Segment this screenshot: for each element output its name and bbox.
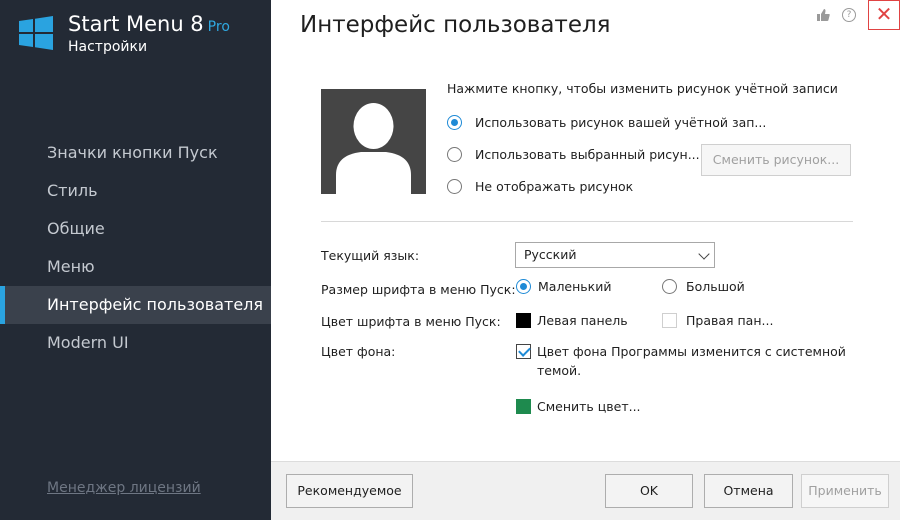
- change-color-option[interactable]: Сменить цвет...: [516, 399, 641, 414]
- sidebar-nav: Значки кнопки Пуск Стиль Общие Меню Инте…: [0, 134, 271, 362]
- swatch-label: Правая пан...: [686, 313, 774, 328]
- recommended-button[interactable]: Рекомендуемое: [286, 474, 413, 508]
- app-edition: Pro: [207, 19, 230, 35]
- sidebar-item-user-interface[interactable]: Интерфейс пользователя: [0, 286, 271, 324]
- swatch-label: Левая панель: [537, 313, 628, 328]
- radio-font-small[interactable]: Маленький: [516, 279, 611, 294]
- radio-label: Использовать рисунок вашей учётной зап..…: [475, 115, 767, 130]
- chevron-down-icon: [698, 248, 710, 260]
- swatch-label: Сменить цвет...: [537, 399, 641, 414]
- main-panel: Интерфейс пользователя ? ✕ Нажмите кнопк…: [271, 0, 900, 520]
- license-manager-link[interactable]: Менеджер лицензий: [47, 480, 201, 496]
- ok-button[interactable]: OK: [605, 474, 693, 508]
- font-color-label: Цвет шрифта в меню Пуск:: [321, 314, 501, 329]
- radio-checked-icon[interactable]: [447, 115, 462, 130]
- radio-label: Маленький: [538, 279, 612, 294]
- app-name: Start Menu 8: [68, 12, 204, 36]
- title-icons: ?: [816, 8, 856, 22]
- radio-unchecked-icon[interactable]: [447, 179, 462, 194]
- section-divider: [321, 221, 853, 222]
- help-icon[interactable]: ?: [842, 8, 856, 22]
- dialog-footer: Рекомендуемое OK Отмена Применить: [271, 461, 900, 520]
- radio-no-picture[interactable]: Не отображать рисунок: [447, 179, 633, 194]
- page-title: Интерфейс пользователя: [300, 12, 611, 38]
- radio-unchecked-icon[interactable]: [447, 147, 462, 162]
- cancel-button[interactable]: Отмена: [704, 474, 793, 508]
- language-value: Русский: [524, 247, 577, 262]
- language-label: Текущий язык:: [321, 248, 420, 263]
- color-swatch-white[interactable]: [662, 313, 677, 328]
- radio-label: Использовать выбранный рисун...: [475, 147, 700, 162]
- account-picture-hint: Нажмите кнопку, чтобы изменить рисунок у…: [447, 81, 838, 96]
- radio-font-large[interactable]: Большой: [662, 279, 745, 294]
- radio-checked-icon[interactable]: [516, 279, 531, 294]
- close-icon[interactable]: ✕: [868, 0, 900, 30]
- sidebar-item-menu[interactable]: Меню: [0, 248, 271, 286]
- radio-unchecked-icon[interactable]: [662, 279, 677, 294]
- radio-label: Большой: [686, 279, 745, 294]
- change-picture-button[interactable]: Сменить рисунок...: [701, 144, 851, 176]
- color-swatch-black[interactable]: [516, 313, 531, 328]
- windows-logo-icon: [19, 16, 53, 50]
- radio-use-account-picture[interactable]: Использовать рисунок вашей учётной зап..…: [447, 115, 766, 130]
- sidebar-item-style[interactable]: Стиль: [0, 172, 271, 210]
- font-size-label: Размер шрифта в меню Пуск:: [321, 282, 516, 297]
- apply-button[interactable]: Применить: [801, 474, 889, 508]
- app-title: Start Menu 8 Pro: [68, 12, 230, 36]
- bg-color-label: Цвет фона:: [321, 344, 396, 359]
- right-panel-color-option[interactable]: Правая пан...: [662, 313, 773, 328]
- radio-label: Не отображать рисунок: [475, 179, 634, 194]
- sidebar-item-modern-ui[interactable]: Modern UI: [0, 324, 271, 362]
- sidebar-item-general[interactable]: Общие: [0, 210, 271, 248]
- bg-follow-system-label: Цвет фона Программы изменится с системно…: [537, 344, 846, 378]
- language-select[interactable]: Русский: [515, 242, 715, 268]
- account-picture[interactable]: [321, 89, 426, 194]
- sidebar-item-start-button-icons[interactable]: Значки кнопки Пуск: [0, 134, 271, 172]
- left-panel-color-option[interactable]: Левая панель: [516, 313, 628, 328]
- thumbs-up-icon[interactable]: [816, 8, 830, 22]
- color-swatch-green[interactable]: [516, 399, 531, 414]
- sidebar: Start Menu 8 Pro Настройки Значки кнопки …: [0, 0, 271, 520]
- user-silhouette-icon: [336, 103, 411, 194]
- radio-use-selected-picture[interactable]: Использовать выбранный рисун...: [447, 147, 700, 162]
- app-subtitle: Настройки: [68, 39, 148, 55]
- bg-follow-system-checkbox[interactable]: [516, 344, 531, 359]
